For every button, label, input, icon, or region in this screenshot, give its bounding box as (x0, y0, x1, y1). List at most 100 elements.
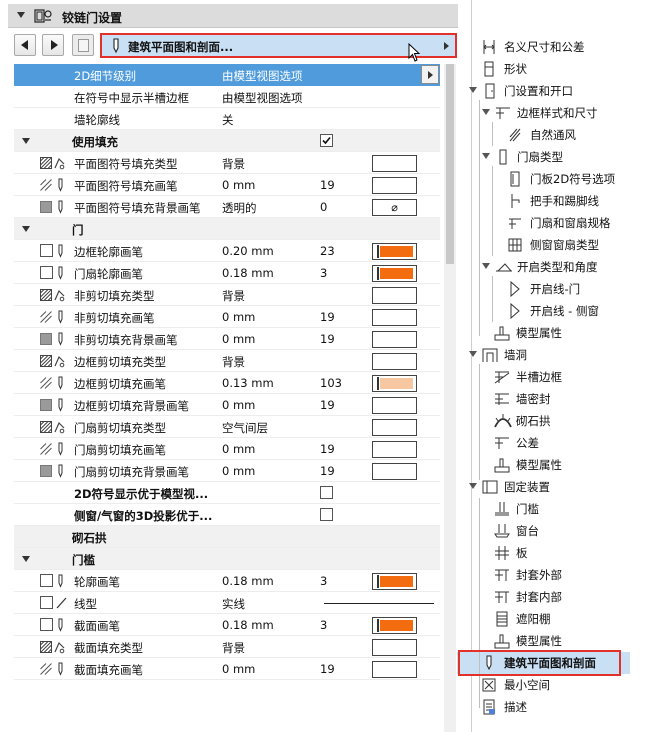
table-row[interactable]: 门扇轮廓画笔 0.18 mm 3 (14, 262, 440, 284)
fill-type-control[interactable] (372, 353, 417, 370)
fill-type-control[interactable] (372, 419, 417, 436)
pen-number[interactable]: 103 (320, 376, 342, 390)
section-row[interactable]: 砌石拱 (14, 526, 440, 548)
row-value[interactable]: 0 mm (222, 464, 255, 478)
expand-arrow-icon[interactable] (469, 483, 477, 489)
row-value[interactable]: 由模型视图选项 (222, 68, 303, 84)
table-row[interactable]: 平面图符号填充画笔 0 mm 19 (14, 174, 440, 196)
panel-header[interactable]: 铰链门设置 (8, 4, 458, 28)
row-value[interactable]: 0.18 mm (222, 618, 274, 632)
table-row[interactable]: 非剪切填充类型 背景 (14, 284, 440, 306)
table-row[interactable]: 非剪切填充画笔 0 mm 19 (14, 306, 440, 328)
row-value[interactable]: 0.13 mm (222, 376, 274, 390)
row-value[interactable]: 背景 (222, 354, 245, 370)
expand-arrow-icon[interactable] (482, 263, 490, 269)
pen-color-swatch[interactable] (372, 265, 417, 282)
table-row[interactable]: 在符号中显示半槽边框 由模型视图选项 (14, 86, 440, 108)
table-row[interactable]: 边框剪切填充画笔 0.13 mm 103 (14, 372, 440, 394)
table-row[interactable]: 墙轮廓线 关 (14, 108, 440, 130)
table-row[interactable]: 截面填充类型 背景 (14, 636, 440, 658)
page-icon-button[interactable] (72, 34, 94, 56)
pen-color-swatch[interactable] (372, 243, 417, 260)
table-row[interactable]: 边框轮廓画笔 0.20 mm 23 (14, 240, 440, 262)
pen-number[interactable]: 19 (320, 662, 335, 676)
checkbox[interactable] (40, 574, 53, 587)
previous-page-button[interactable] (14, 34, 36, 56)
pen-color-swatch[interactable] (372, 177, 417, 194)
expand-arrow-icon[interactable] (482, 109, 490, 115)
row-value[interactable]: 背景 (222, 288, 245, 304)
row-value[interactable]: 0.18 mm (222, 266, 274, 280)
row-value[interactable]: 0 mm (222, 332, 255, 346)
pen-color-swatch[interactable] (372, 661, 417, 678)
collapse-arrow-icon[interactable] (17, 12, 25, 18)
section-row[interactable]: 使用填充 (14, 130, 440, 152)
table-row[interactable]: 2D细节级别 由模型视图选项 (14, 64, 440, 86)
table-row[interactable]: 平面图符号填充类型 背景 (14, 152, 440, 174)
row-value[interactable]: 透明的 (222, 200, 257, 216)
pen-number[interactable]: 3 (320, 266, 327, 280)
table-row[interactable]: 2D符号显示优于模型视... (14, 482, 440, 504)
collapse-arrow-icon[interactable] (22, 556, 30, 562)
checkbox[interactable] (40, 266, 53, 279)
checkbox[interactable] (40, 596, 53, 609)
pen-color-swatch[interactable] (372, 309, 417, 326)
section-row[interactable]: 门槛 (14, 548, 440, 570)
checkbox[interactable] (320, 486, 333, 499)
row-value[interactable]: 0 mm (222, 442, 255, 456)
row-value[interactable]: 0 mm (222, 310, 255, 324)
pen-color-swatch[interactable] (372, 463, 417, 480)
pen-color-swatch[interactable] (372, 375, 417, 392)
row-value[interactable]: 0.20 mm (222, 244, 274, 258)
table-row[interactable]: 边框剪切填充类型 背景 (14, 350, 440, 372)
scrollbar-thumb[interactable] (446, 64, 454, 264)
pen-color-swatch[interactable] (372, 331, 417, 348)
row-value[interactable]: 关 (222, 112, 234, 128)
row-value[interactable]: 0 mm (222, 662, 255, 676)
pen-number[interactable]: 19 (320, 464, 335, 478)
table-row[interactable]: 边框剪切填充背景画笔 0 mm 19 (14, 394, 440, 416)
expand-arrow-icon[interactable] (469, 351, 477, 357)
checkbox[interactable] (40, 244, 53, 257)
checkbox[interactable] (40, 618, 53, 631)
row-value[interactable]: 空气间层 (222, 420, 268, 436)
row-value[interactable]: 实线 (222, 596, 245, 612)
next-page-button[interactable] (42, 34, 64, 56)
checkbox[interactable] (320, 508, 333, 521)
expand-arrow-icon[interactable] (482, 153, 490, 159)
pen-color-swatch[interactable] (372, 617, 417, 634)
line-type-preview[interactable] (324, 603, 434, 604)
collapse-arrow-icon[interactable] (22, 138, 30, 144)
table-row[interactable]: 截面填充画笔 0 mm 19 (14, 658, 440, 680)
table-row[interactable]: 门扇剪切填充画笔 0 mm 19 (14, 438, 440, 460)
table-row[interactable]: 轮廓画笔 0.18 mm 3 (14, 570, 440, 592)
pen-number[interactable]: 19 (320, 178, 335, 192)
section-row[interactable]: 门 (14, 218, 440, 240)
table-row[interactable]: 平面图符号填充背景画笔 透明的 0 ⌀ (14, 196, 440, 218)
pen-number[interactable]: 3 (320, 574, 327, 588)
table-row[interactable]: 门扇剪切填充类型 空气间层 (14, 416, 440, 438)
checkbox-checked[interactable] (320, 134, 333, 147)
expand-arrow-icon[interactable] (469, 87, 477, 93)
vertical-scrollbar[interactable] (444, 64, 456, 732)
pen-number[interactable]: 19 (320, 442, 335, 456)
pen-number[interactable]: 19 (320, 332, 335, 346)
fill-type-control[interactable] (372, 639, 417, 656)
row-value[interactable]: 0 mm (222, 398, 255, 412)
table-row[interactable]: 线型 实线 (14, 592, 440, 614)
pen-color-swatch[interactable]: ⌀ (372, 199, 417, 216)
pen-number[interactable]: 3 (320, 618, 327, 632)
pen-number[interactable]: 19 (320, 310, 335, 324)
pen-number[interactable]: 19 (320, 398, 335, 412)
fill-type-control[interactable] (372, 155, 417, 172)
table-row[interactable]: 截面画笔 0.18 mm 3 (14, 614, 440, 636)
pen-number[interactable]: 23 (320, 244, 335, 258)
table-row[interactable]: 侧窗/气窗的3D投影优于... (14, 504, 440, 526)
table-row[interactable]: 门扇剪切填充背景画笔 0 mm 19 (14, 460, 440, 482)
fill-type-control[interactable] (372, 287, 417, 304)
row-value[interactable]: 背景 (222, 156, 245, 172)
row-value[interactable]: 0 mm (222, 178, 255, 192)
row-value[interactable]: 背景 (222, 640, 245, 656)
row-value[interactable]: 由模型视图选项 (222, 90, 303, 106)
pen-color-swatch[interactable] (372, 441, 417, 458)
